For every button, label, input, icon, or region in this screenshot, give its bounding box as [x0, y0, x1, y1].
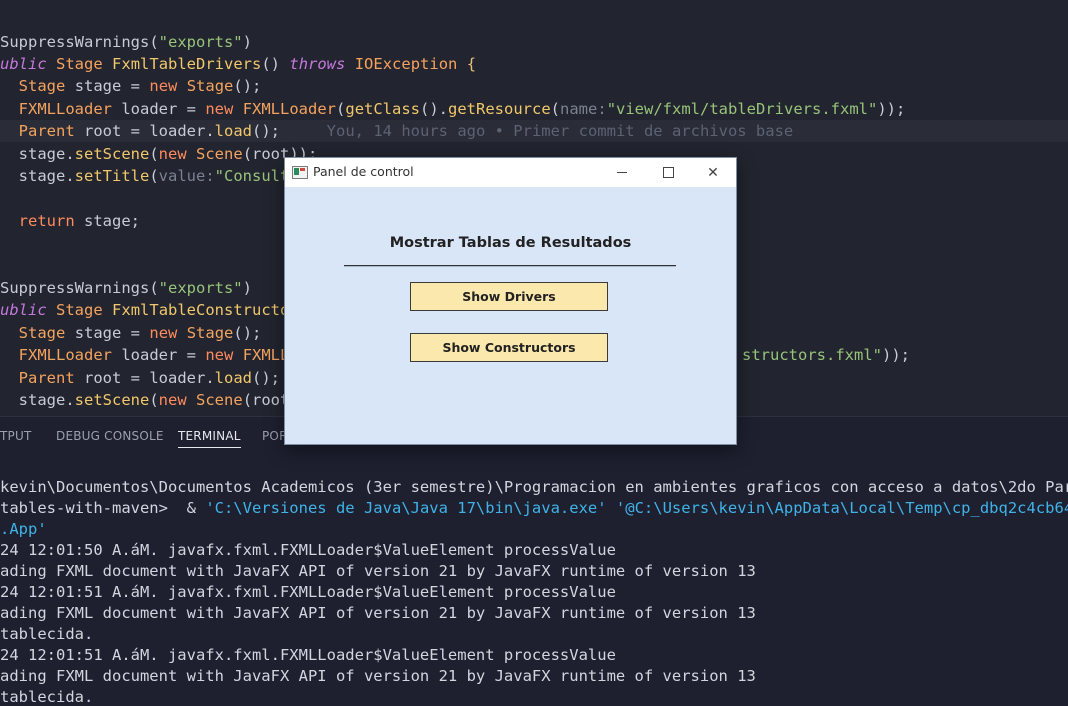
show-constructors-button[interactable]: Show Constructors [410, 333, 608, 362]
code-line: stage.setScene(new Scene(root)); [18, 145, 318, 163]
code-line: stage.setScene(new Scene(root) [18, 391, 299, 409]
maximize-icon [662, 167, 674, 178]
code-line: SuppressWarnings("exports") [0, 33, 252, 51]
code-line: return stage; [18, 212, 141, 230]
terminal-line: ading FXML document with JavaFX API of v… [0, 604, 756, 622]
code-line: SuppressWarnings("exports") [0, 279, 252, 297]
control-panel-window: Panel de control ✕ Mostrar Tablas de Res… [284, 157, 737, 445]
terminal-line: tablecida. [0, 625, 94, 643]
terminal-line: kevin\Documentos\Documentos Academicos (… [0, 478, 1068, 496]
terminal-line: tablecida. [0, 688, 94, 706]
tab-debug-console[interactable]: DEBUG CONSOLE [56, 429, 164, 443]
tab-terminal[interactable]: TERMINAL [178, 429, 241, 448]
dialog-heading: Mostrar Tablas de Resultados [389, 235, 632, 251]
terminal-line: .App' [0, 520, 47, 538]
code-line: Stage stage = new Stage(); [18, 324, 262, 342]
code-line: stage.setTitle(value:"Consulta [18, 167, 299, 185]
close-icon: ✕ [707, 164, 719, 181]
minimize-button[interactable] [599, 158, 645, 187]
maximize-button[interactable] [645, 158, 691, 187]
code-line: FXMLLoader loader = new FXMLLoader(getCl… [18, 100, 906, 118]
java-app-icon [292, 166, 308, 179]
code-line-tail: structors.fxml")); [742, 346, 910, 364]
heading-separator [344, 265, 676, 267]
code-line: FXMLLoader loader = new FXMLLo [18, 346, 299, 364]
close-button[interactable]: ✕ [690, 158, 736, 187]
terminal-line: ading FXML document with JavaFX API of v… [0, 562, 756, 580]
code-line: ublic Stage FxmlTableDrivers() throws IO… [0, 55, 477, 73]
minimize-icon [617, 172, 627, 173]
code-line-current: Parent root = loader.load(); You, 14 hou… [0, 120, 1068, 142]
terminal-line: 24 12:01:50 A.áM. javafx.fxml.FXMLLoader… [0, 541, 616, 559]
code-line: Stage stage = new Stage(); [18, 77, 262, 95]
terminal-line: tables-with-maven> & 'C:\Versiones de Ja… [0, 499, 1068, 517]
terminal-line: 24 12:01:51 A.áM. javafx.fxml.FXMLLoader… [0, 646, 616, 664]
tab-output[interactable]: TPUT [0, 429, 31, 443]
code-line: ublic Stage FxmlTableConstructors [0, 301, 308, 319]
window-title: Panel de control [313, 164, 414, 179]
code-line: Parent root = loader.load(); [18, 369, 280, 387]
terminal-line: 24 12:01:51 A.áM. javafx.fxml.FXMLLoader… [0, 583, 616, 601]
git-blame-annotation: You, 14 hours ago • Primer commit de arc… [326, 122, 794, 140]
window-titlebar[interactable]: Panel de control ✕ [285, 158, 736, 187]
bottom-panel: TPUT DEBUG CONSOLE TERMINAL POR kevin\Do… [0, 416, 1068, 706]
terminal-line: ading FXML document with JavaFX API of v… [0, 667, 756, 685]
show-drivers-button[interactable]: Show Drivers [410, 282, 608, 311]
